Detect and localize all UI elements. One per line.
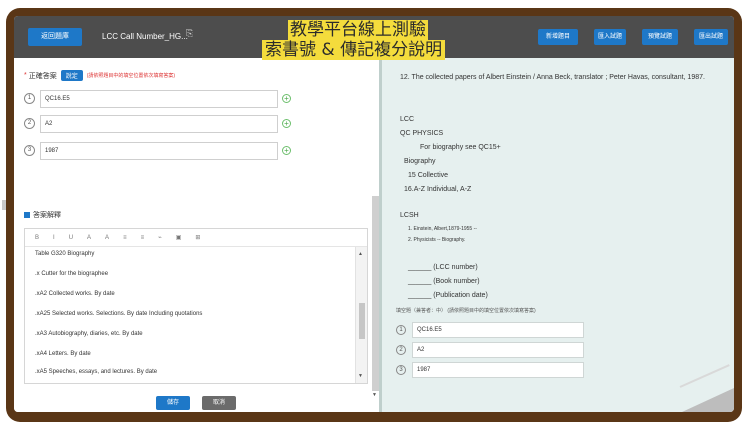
table-icon[interactable]: ⊞ bbox=[195, 234, 200, 241]
editor-scrollbar[interactable]: ▲ ▼ bbox=[355, 247, 367, 383]
answer-hint: (請依照題目中的填空位置依次填寫答案) bbox=[86, 73, 176, 79]
lcc-individual: 16.A-Z Individual, A-Z bbox=[404, 186, 472, 193]
answer-row: 2 A2 + bbox=[24, 115, 291, 133]
answer-header: * 正確答案 說定 (請依照題目中的填空位置依次填寫答案) bbox=[24, 70, 175, 81]
checkbox-icon[interactable] bbox=[24, 212, 30, 218]
import-button[interactable]: 匯入試題 bbox=[594, 29, 626, 45]
cancel-button[interactable]: 取消 bbox=[202, 396, 236, 410]
blank-lcc-number: ______ (LCC number) bbox=[408, 264, 478, 271]
answer-number: 1 bbox=[24, 93, 35, 104]
underline-icon[interactable]: U bbox=[69, 235, 73, 241]
preview-answer-row: 3 1987 bbox=[396, 362, 596, 378]
slide-frame: 返回題庫 LCC Call Number_HG... ⎘ 新增題目 匯入試題 預… bbox=[0, 0, 748, 426]
answer-label: 正確答案 bbox=[28, 72, 57, 80]
scroll-down-icon[interactable]: ▼ bbox=[372, 392, 377, 398]
explanation-label: 答案解釋 bbox=[33, 212, 61, 219]
answer-number: 2 bbox=[24, 118, 35, 129]
save-button[interactable]: 儲存 bbox=[156, 396, 190, 410]
lcc-physics: QC PHYSICS bbox=[400, 130, 444, 137]
edge-mark bbox=[2, 200, 6, 210]
rich-text-editor[interactable]: B I U A A ≡ ≡ ⌁ ▣ ⊞ Table G320 Biography… bbox=[24, 228, 368, 384]
answer-row: 3 1987 + bbox=[24, 142, 291, 160]
required-mark: * bbox=[24, 72, 27, 79]
answer-input-3[interactable]: 1987 bbox=[40, 142, 278, 160]
ordered-list-icon[interactable]: ≡ bbox=[123, 235, 127, 241]
editor-scroll-thumb[interactable] bbox=[359, 303, 365, 339]
editor-line: .xA5 Speeches, essays, and lectures. By … bbox=[35, 369, 158, 375]
bold-icon[interactable]: B bbox=[35, 235, 39, 241]
editor-line: Table G320 Biography bbox=[35, 251, 95, 257]
scroll-up-icon[interactable]: ▲ bbox=[358, 251, 363, 257]
image-icon[interactable]: ▣ bbox=[176, 234, 182, 241]
scroll-down-icon[interactable]: ▼ bbox=[358, 373, 363, 379]
answer-pane: * 正確答案 說定 (請依照題目中的填空位置依次填寫答案) 1 QC16.E5 … bbox=[14, 58, 382, 412]
preview-answer-number: 1 bbox=[396, 325, 406, 335]
screenshot-area: 返回題庫 LCC Call Number_HG... ⎘ 新增題目 匯入試題 預… bbox=[14, 16, 734, 412]
fill-in-label: 填空題（兼答者：中） (請依照題目中的填空位置依次填寫答案) bbox=[396, 308, 536, 314]
editor-line: .xA2 Collected works. By date bbox=[35, 291, 115, 297]
editor-line: .xA3 Autobiography, diaries, etc. By dat… bbox=[35, 331, 143, 337]
preview-answer-number: 3 bbox=[396, 365, 406, 375]
quiz-title: LCC Call Number_HG... bbox=[102, 32, 188, 41]
export-button[interactable]: 匯出試題 bbox=[694, 29, 728, 45]
editor-toolbar: B I U A A ≡ ≡ ⌁ ▣ ⊞ bbox=[25, 229, 367, 247]
preview-answer-input-3[interactable]: 1987 bbox=[412, 362, 584, 378]
overlay-title-line-1: 教學平台線上測驗 bbox=[288, 20, 428, 40]
editor-line: .x Cutter for the biographee bbox=[35, 271, 109, 277]
answer-number: 3 bbox=[24, 145, 35, 156]
answer-row: 1 QC16.E5 + bbox=[24, 90, 291, 108]
font-color-icon[interactable]: A bbox=[87, 235, 91, 241]
add-circle-icon[interactable]: + bbox=[282, 146, 291, 155]
preview-answer-row: 1 QC16.E5 bbox=[396, 322, 596, 338]
preview-button[interactable]: 預覽試題 bbox=[642, 29, 678, 45]
editor-line: .xA25 Selected works. Selections. By dat… bbox=[35, 311, 203, 317]
copy-icon[interactable]: ⎘ bbox=[186, 28, 193, 39]
page-curl-decoration bbox=[682, 388, 734, 412]
unordered-list-icon[interactable]: ≡ bbox=[141, 235, 145, 241]
blank-publication-date: ______ (Publication date) bbox=[408, 292, 488, 299]
lcc-biography: Biography bbox=[404, 158, 436, 165]
overlay-title-line-2: 索書號 & 傳記複分說明 bbox=[262, 40, 446, 60]
question-preview-pane: 12. The collected papers of Albert Einst… bbox=[382, 58, 734, 412]
preview-answer-number: 2 bbox=[396, 345, 406, 355]
lcc-see-also: For biography see QC15+ bbox=[420, 144, 501, 151]
lcsh-subject-1: 1. Einstein, Albert,1879-1955 -- bbox=[408, 226, 477, 232]
font-size-icon[interactable]: A bbox=[105, 235, 109, 241]
editor-line: .xA4 Letters. By date bbox=[35, 351, 91, 357]
lcc-heading: LCC bbox=[400, 116, 415, 123]
question-text: 12. The collected papers of Albert Einst… bbox=[400, 74, 705, 81]
italic-icon[interactable]: I bbox=[53, 235, 55, 241]
preview-answer-input-1[interactable]: QC16.E5 bbox=[412, 322, 584, 338]
add-circle-icon[interactable]: + bbox=[282, 119, 291, 128]
blank-book-number: ______ (Book number) bbox=[408, 278, 480, 285]
preview-answer-row: 2 A2 bbox=[396, 342, 596, 358]
link-icon[interactable]: ⌁ bbox=[158, 234, 162, 241]
explanation-header: 答案解釋 bbox=[24, 210, 61, 220]
add-question-button[interactable]: 新增題目 bbox=[538, 29, 578, 45]
back-to-bank-button[interactable]: 返回題庫 bbox=[28, 28, 82, 46]
answer-input-2[interactable]: A2 bbox=[40, 115, 278, 133]
lcsh-heading: LCSH bbox=[400, 212, 419, 219]
lcc-collective: 15 Collective bbox=[408, 172, 449, 179]
answer-input-1[interactable]: QC16.E5 bbox=[40, 90, 278, 108]
lcsh-subject-2: 2. Physicists -- Biography. bbox=[408, 237, 466, 243]
preview-answer-input-2[interactable]: A2 bbox=[412, 342, 584, 358]
add-circle-icon[interactable]: + bbox=[282, 94, 291, 103]
answer-set-button[interactable]: 說定 bbox=[60, 70, 83, 81]
